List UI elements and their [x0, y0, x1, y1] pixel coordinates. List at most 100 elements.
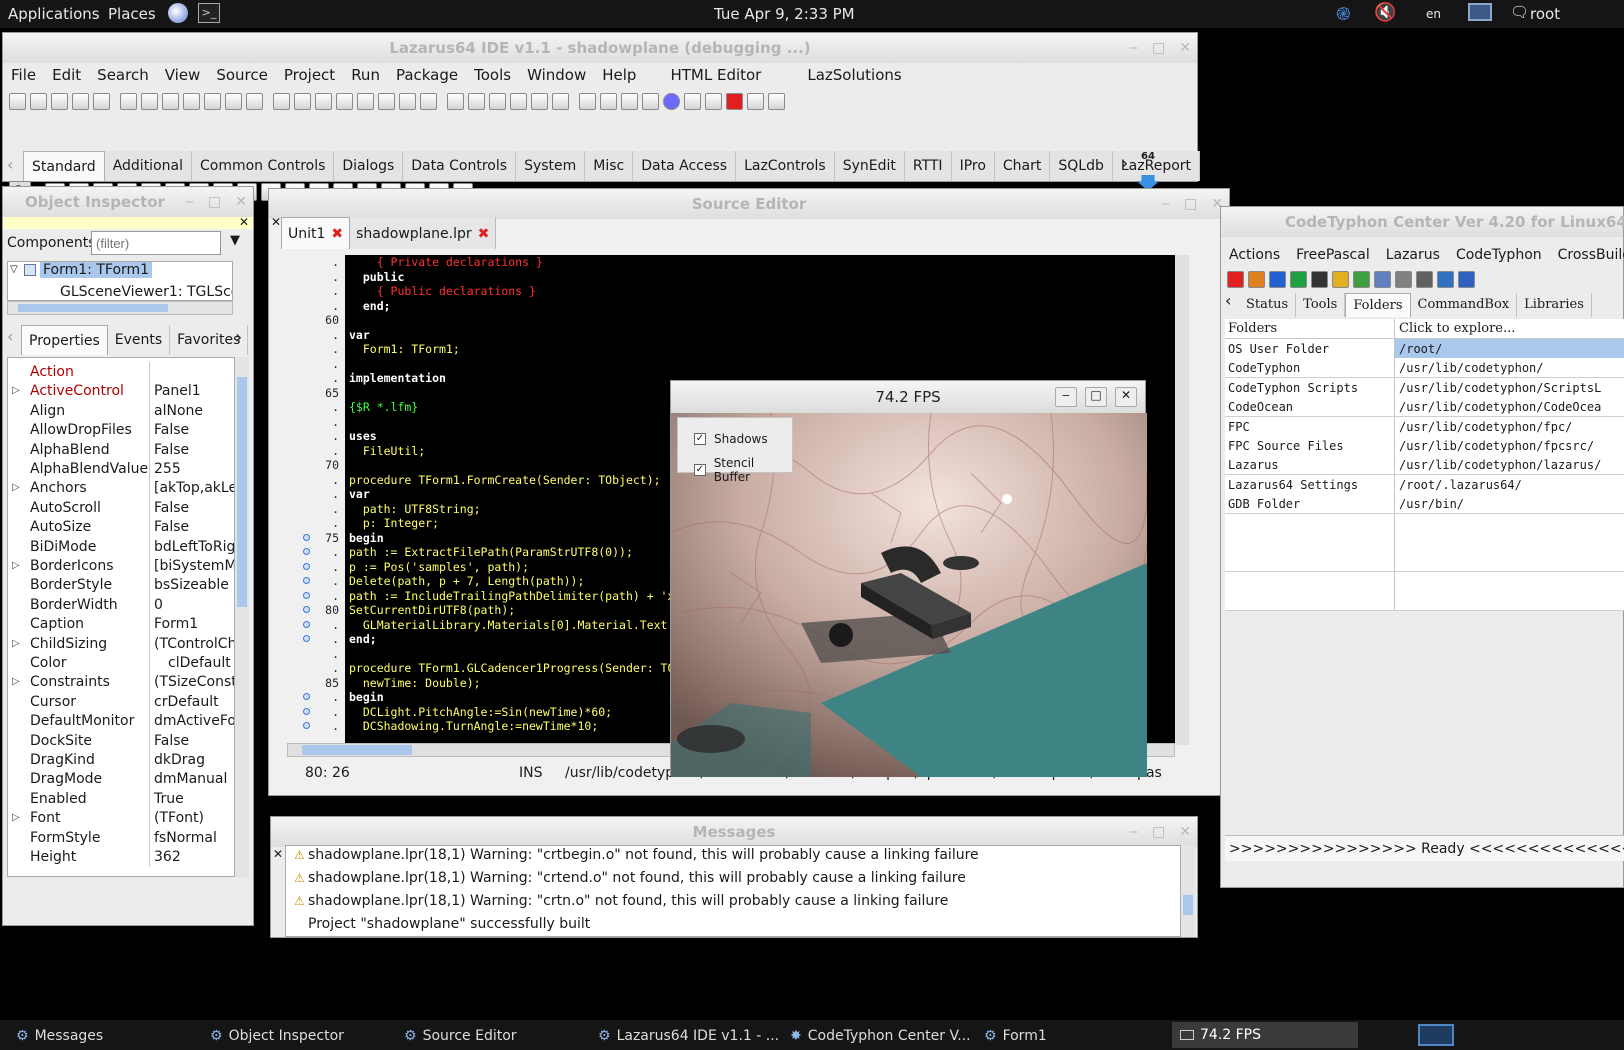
maximize-icon[interactable]: □ — [208, 194, 221, 210]
toolbar-button-icon[interactable] — [642, 93, 659, 110]
toolbar-button-icon[interactable] — [1374, 271, 1391, 288]
tree-item-glsceneviewer[interactable]: GLSceneViewer1: TGLScer — [60, 284, 232, 300]
property-value[interactable]: True — [150, 789, 234, 809]
menu-item[interactable]: Actions — [1221, 247, 1288, 263]
folder-row[interactable] — [1225, 552, 1624, 573]
property-row[interactable]: AlphaBlend False — [26, 439, 234, 460]
property-value[interactable] — [150, 362, 234, 382]
folder-row[interactable]: Lazarus/usr/lib/codetyphon/lazarus/ — [1225, 455, 1624, 476]
breakpoint-marker-icon[interactable] — [303, 635, 310, 642]
toolbar-button-icon[interactable] — [768, 93, 785, 110]
message-line[interactable]: Project "shadowplane" successfully built — [308, 913, 590, 935]
toolbar-button-icon[interactable] — [51, 93, 68, 110]
inspector-tab[interactable]: Properties — [21, 325, 108, 355]
toolbar-button-icon[interactable] — [1269, 271, 1286, 288]
palette-tab[interactable]: Chart — [994, 151, 1051, 181]
palette-tab[interactable]: SynEdit — [834, 151, 905, 181]
menu-item[interactable]: Project — [276, 66, 343, 84]
workspace-switcher[interactable] — [1418, 1024, 1454, 1046]
user-menu[interactable]: root — [1530, 5, 1560, 23]
minimize-icon[interactable]: ‒ — [1129, 824, 1138, 840]
code-line[interactable]: newTime: Double); — [349, 676, 481, 691]
property-value[interactable]: dmManual — [150, 769, 234, 789]
chevron-left-icon[interactable]: ‹ — [1225, 291, 1231, 310]
property-value[interactable]: alNone — [150, 401, 234, 421]
property-value[interactable]: dmActiveFor — [150, 711, 234, 731]
task-messages[interactable]: ⚙ Messages — [16, 1026, 196, 1046]
property-value[interactable]: False — [150, 498, 234, 518]
code-line[interactable]: SetCurrentDirUTF8(path); — [349, 603, 515, 618]
explore-col-header[interactable]: Click to explore... — [1395, 319, 1515, 338]
property-row[interactable]: DefaultMonitor dmActiveFor — [26, 711, 234, 732]
tab-unit1[interactable]: Unit1 ✖ — [281, 217, 351, 249]
property-row[interactable]: ChildSizing (TControlCh — [26, 633, 234, 654]
messages-vscrollbar[interactable] — [1181, 845, 1195, 937]
toolbar-button-icon[interactable] — [336, 93, 353, 110]
menu-item[interactable]: File — [3, 66, 44, 84]
toolbar-button-icon[interactable] — [162, 93, 179, 110]
toolbar-button-icon[interactable] — [663, 93, 680, 110]
close-icon[interactable]: ✕ — [1115, 387, 1137, 407]
toolbar-button-icon[interactable] — [225, 93, 242, 110]
minimize-icon[interactable]: ‒ — [185, 194, 194, 210]
chevron-left-icon[interactable]: ‹ — [7, 327, 13, 346]
toolbar-button-icon[interactable] — [120, 93, 137, 110]
breakpoint-marker-icon[interactable] — [303, 533, 310, 541]
properties-vscrollbar[interactable] — [235, 357, 249, 877]
toolbar-button-icon[interactable] — [726, 93, 743, 110]
folder-path[interactable] — [1395, 552, 1624, 571]
menu-item[interactable]: Help — [594, 66, 644, 84]
property-value[interactable]: [akTop,akLef — [150, 478, 234, 498]
folder-path[interactable] — [1395, 533, 1624, 552]
swirl-icon[interactable]: ֎ — [1336, 2, 1351, 26]
code-line[interactable]: { Private declarations } — [349, 255, 543, 270]
palette-tab[interactable]: Data Controls — [403, 151, 517, 181]
code-line[interactable]: path := IncludeTrailingPathDelimiter(pat… — [349, 589, 674, 604]
property-value[interactable]: Form1 — [150, 614, 234, 634]
toolbar-button-icon[interactable] — [705, 93, 722, 110]
tab-shadowplane-lpr[interactable]: shadowplane.lpr ✖ — [350, 217, 497, 249]
applications-menu[interactable]: Applications — [8, 5, 100, 23]
expand-icon[interactable]: ▷ — [12, 638, 20, 649]
property-value[interactable]: False — [150, 440, 234, 460]
terminal-icon[interactable]: >_ — [198, 3, 220, 23]
close-icon[interactable]: ✕ — [1179, 824, 1191, 840]
property-row[interactable]: Constraints (TSizeConstr — [26, 672, 234, 693]
property-row[interactable]: Align alNone — [26, 400, 234, 421]
folder-path[interactable]: /usr/lib/codetyphon/CodeOcea — [1395, 397, 1624, 416]
folder-path[interactable]: /root/.lazarus64/ — [1395, 475, 1624, 494]
code-line[interactable]: p: Integer; — [349, 516, 439, 531]
task-codetyphon[interactable]: ✸ CodeTyphon Center V... — [790, 1026, 980, 1046]
property-row[interactable]: BorderStyle bsSizeable — [26, 575, 234, 596]
close-all-icon[interactable]: ✕ — [271, 215, 281, 229]
menu-item[interactable]: Run — [343, 66, 388, 84]
property-value[interactable]: bdLeftToRigh — [150, 537, 234, 557]
folder-row[interactable] — [1225, 513, 1624, 534]
property-row[interactable]: AutoSize False — [26, 517, 234, 538]
code-line[interactable]: path: UTF8String; — [349, 502, 481, 517]
folder-row[interactable]: FPC Source Files/usr/lib/codetyphon/fpcs… — [1225, 436, 1624, 456]
property-row[interactable]: Cursor crDefault — [26, 691, 234, 712]
folder-path[interactable]: /usr/bin/ — [1395, 494, 1624, 513]
palette-tab[interactable]: Standard — [23, 151, 105, 181]
ct-tab[interactable]: Libraries — [1517, 293, 1592, 317]
expand-icon[interactable]: ▷ — [12, 812, 20, 823]
breakpoint-marker-icon[interactable] — [303, 693, 310, 700]
scrollbar-thumb[interactable] — [1183, 895, 1193, 915]
property-row[interactable]: FormStyle fsNormal — [26, 827, 234, 848]
ct-tab[interactable]: CommandBox — [1411, 293, 1518, 317]
toolbar-button-icon[interactable] — [30, 93, 47, 110]
maximize-icon[interactable]: □ — [1184, 196, 1197, 212]
toolbar-button-icon[interactable] — [378, 93, 395, 110]
expand-icon[interactable]: ▷ — [12, 482, 20, 493]
palette-tab[interactable]: IPro — [951, 151, 995, 181]
palette-tab[interactable]: System — [516, 151, 586, 181]
folder-row[interactable]: FPC/usr/lib/codetyphon/fpc/ — [1225, 416, 1624, 437]
folder-path[interactable]: /usr/lib/codetyphon/fpc/ — [1395, 417, 1624, 436]
network-icon[interactable] — [1468, 3, 1492, 21]
property-value[interactable]: (TControlCh — [150, 634, 234, 654]
close-icon[interactable]: ✕ — [235, 194, 247, 210]
breakpoint-marker-icon[interactable] — [303, 606, 310, 613]
folder-row[interactable]: CodeOcean/usr/lib/codetyphon/CodeOcea — [1225, 397, 1624, 418]
tree-collapse-icon[interactable]: ▽ — [10, 264, 18, 275]
